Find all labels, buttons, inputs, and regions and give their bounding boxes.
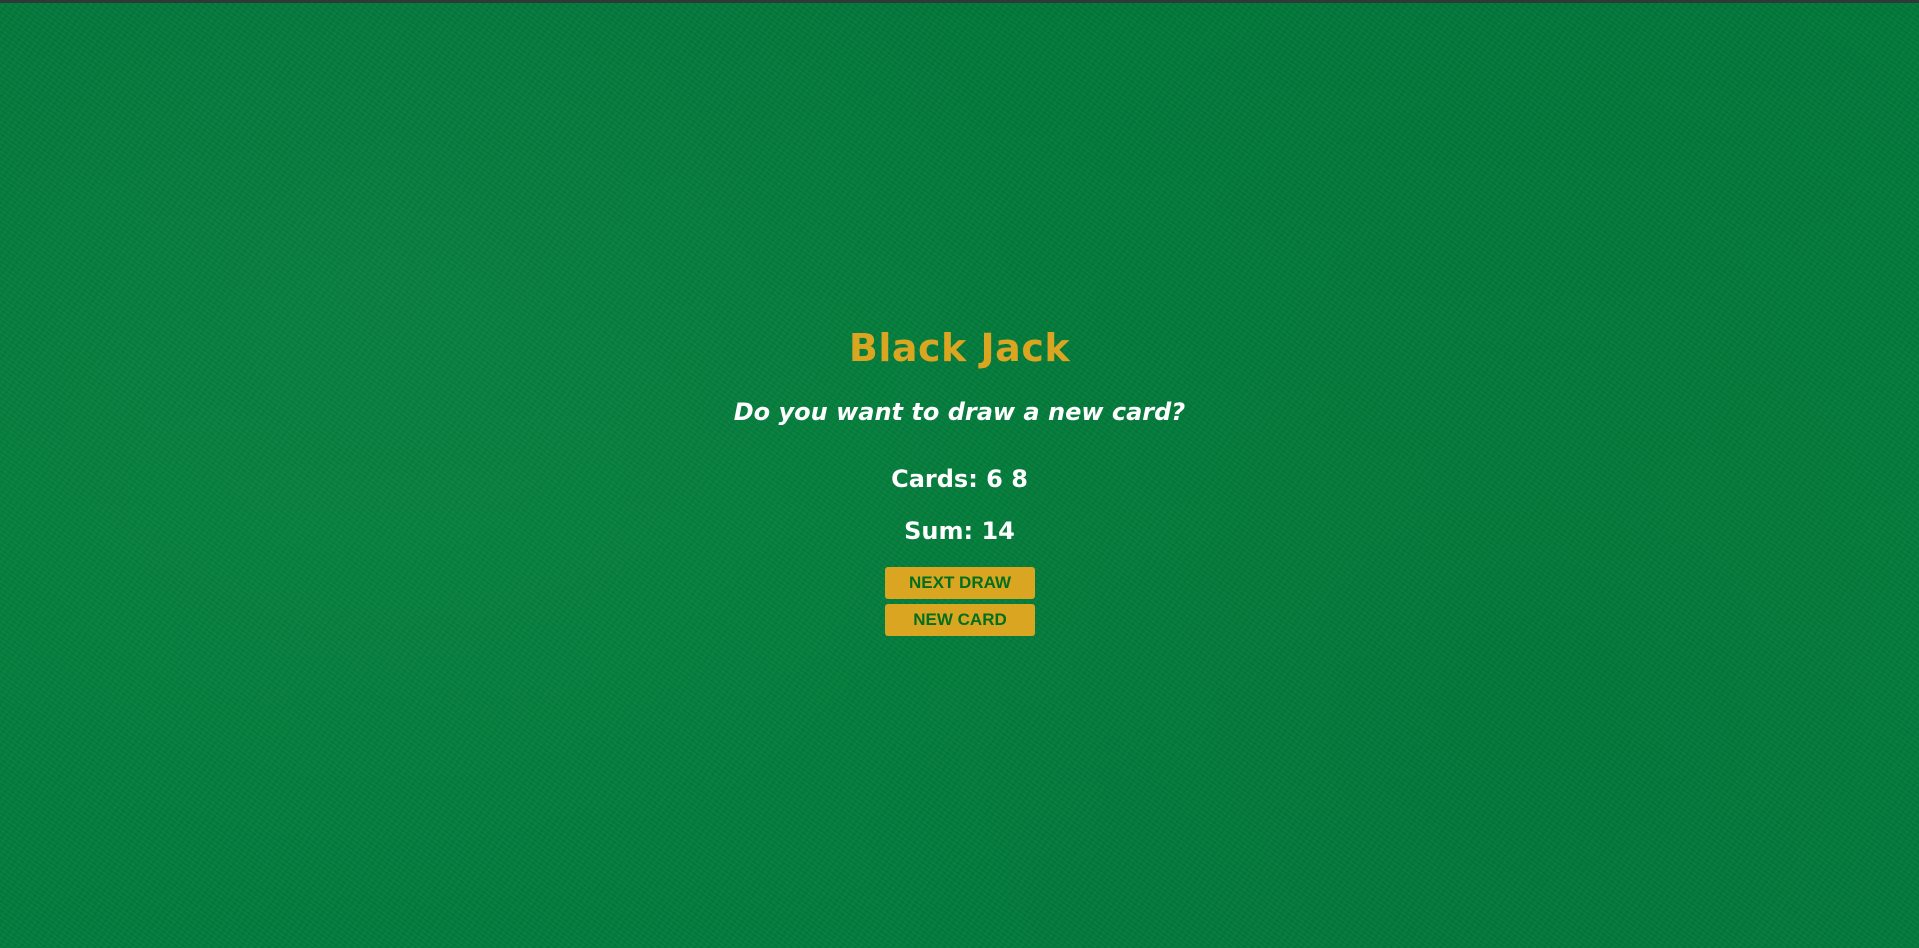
window-top-border [0,0,1919,3]
game-title: Black Jack [848,326,1071,370]
new-card-button[interactable]: NEW CARD [885,604,1035,636]
next-draw-button[interactable]: NEXT DRAW [885,567,1035,599]
sum-display: Sum: 14 [904,517,1015,545]
game-message: Do you want to draw a new card? [733,398,1186,426]
cards-display: Cards: 6 8 [891,465,1028,493]
